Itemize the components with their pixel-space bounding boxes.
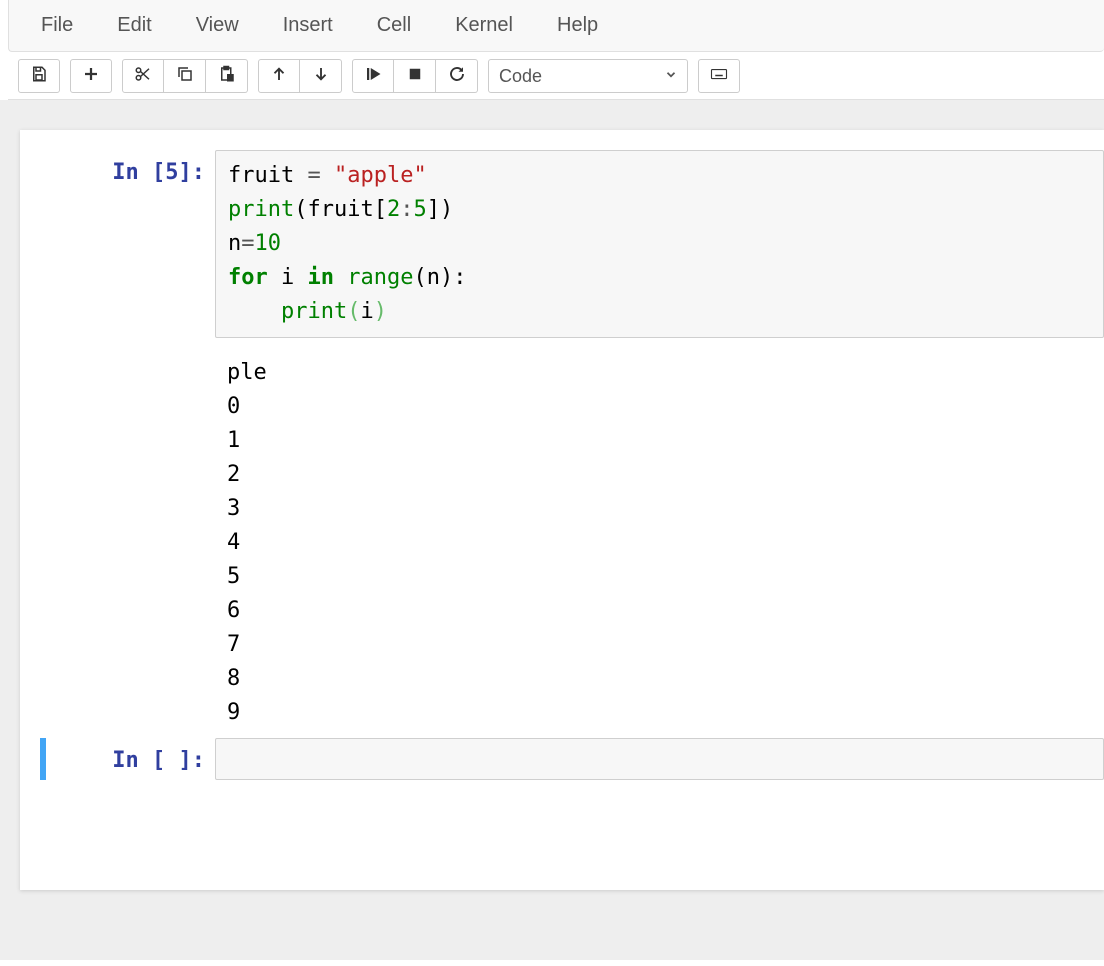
- notebook: In [5]:fruit = "apple" print(fruit[2:5])…: [20, 130, 1104, 890]
- move-up-button[interactable]: [258, 59, 300, 93]
- cell-type-select-wrap: Code: [488, 59, 688, 93]
- code-cell[interactable]: In [ ]:: [40, 738, 1104, 780]
- menu-edit[interactable]: Edit: [95, 2, 173, 49]
- menu-view[interactable]: View: [174, 2, 261, 49]
- input-prompt: In [ ]:: [40, 738, 215, 780]
- command-palette-button[interactable]: [698, 59, 740, 93]
- arrow-down-icon: [312, 65, 330, 86]
- save-button[interactable]: [18, 59, 60, 93]
- cell-output: ple 0 1 2 3 4 5 6 7 8 9: [215, 348, 1104, 738]
- plus-icon: [82, 65, 100, 86]
- restart-button[interactable]: [436, 59, 478, 93]
- cut-button[interactable]: [122, 59, 164, 93]
- code-input[interactable]: fruit = "apple" print(fruit[2:5]) n=10 f…: [215, 150, 1104, 338]
- code-cell[interactable]: In [5]:fruit = "apple" print(fruit[2:5])…: [40, 150, 1104, 338]
- copy-icon: [176, 65, 194, 86]
- stop-icon: [406, 65, 424, 86]
- menu-file[interactable]: File: [19, 2, 95, 49]
- paste-icon: [218, 65, 236, 86]
- save-icon: [30, 65, 48, 86]
- menu-kernel[interactable]: Kernel: [433, 2, 535, 49]
- input-prompt: In [5]:: [40, 150, 215, 338]
- code-input[interactable]: [215, 738, 1104, 780]
- move-down-button[interactable]: [300, 59, 342, 93]
- menu-help[interactable]: Help: [535, 2, 620, 49]
- menubar: File Edit View Insert Cell Kernel Help: [8, 0, 1104, 52]
- menu-insert[interactable]: Insert: [261, 2, 355, 49]
- scissors-icon: [134, 65, 152, 86]
- run-button[interactable]: [352, 59, 394, 93]
- run-icon: [364, 65, 382, 86]
- cell-type-select[interactable]: Code: [488, 59, 688, 93]
- paste-button[interactable]: [206, 59, 248, 93]
- insert-cell-button[interactable]: [70, 59, 112, 93]
- arrow-up-icon: [270, 65, 288, 86]
- menu-cell[interactable]: Cell: [355, 2, 433, 49]
- keyboard-icon: [710, 65, 728, 86]
- notebook-container: In [5]:fruit = "apple" print(fruit[2:5])…: [0, 100, 1104, 960]
- interrupt-button[interactable]: [394, 59, 436, 93]
- copy-button[interactable]: [164, 59, 206, 93]
- restart-icon: [448, 65, 466, 86]
- toolbar: Code: [8, 52, 1104, 100]
